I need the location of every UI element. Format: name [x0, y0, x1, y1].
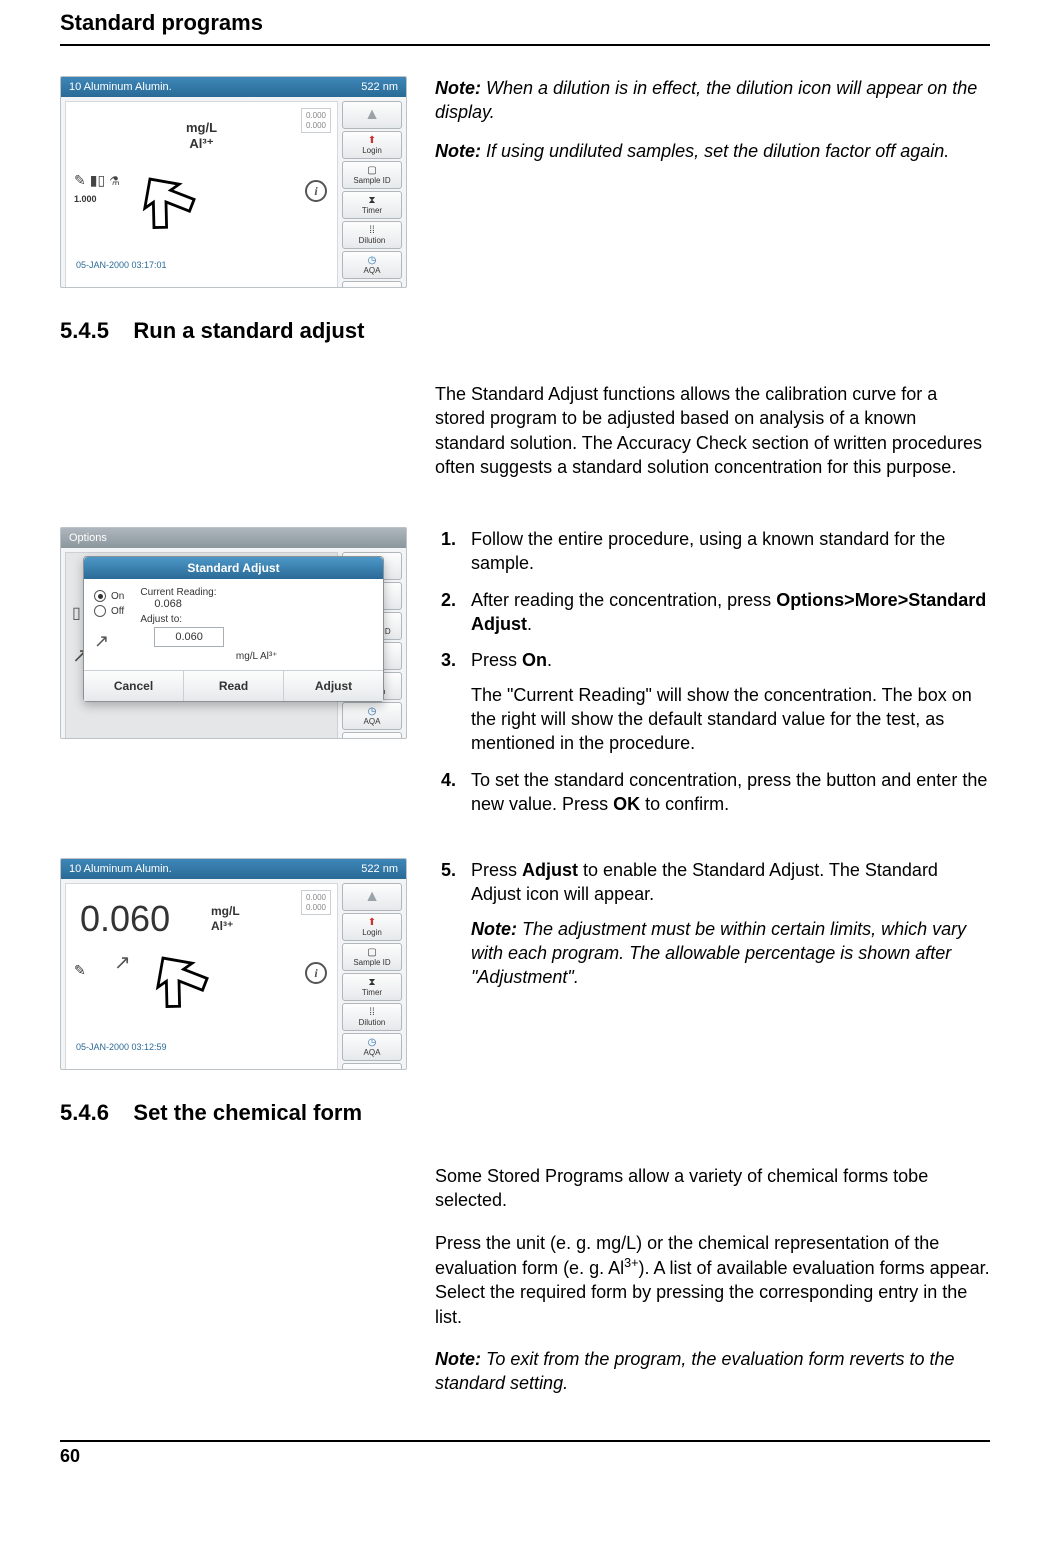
scroll-down-icon[interactable]: ▼ — [342, 732, 402, 739]
note-exit-program: Note: To exit from the program, the eval… — [435, 1347, 990, 1396]
note-undiluted: Note: If using undiluted samples, set th… — [435, 139, 990, 163]
timestamp: 05-JAN-2000 03:12:59 — [76, 1042, 167, 1052]
cursor-pointer-icon — [144, 946, 214, 1016]
dilution-flask-icon[interactable]: ⚗ — [109, 174, 120, 188]
program-title: 10 Aluminum Alumin. — [69, 863, 172, 875]
dilution-button[interactable]: ⁞⁞Dilution — [342, 1003, 402, 1031]
aqa-button[interactable]: ◷AQA — [342, 251, 402, 279]
p-546-2: Press the unit (e. g. mg/L) or the chemi… — [435, 1231, 990, 1329]
unit-formula[interactable]: Al³⁺ — [186, 136, 217, 152]
screenshot-adjusted-reading: 10 Aluminum Alumin. 522 nm 0.060 mg/L Al… — [60, 858, 407, 1070]
scroll-down-icon[interactable]: ▼ — [342, 281, 402, 288]
note-dilution-icon: Note: When a dilution is in effect, the … — [435, 76, 990, 125]
std-adjust-icon: ↗ — [114, 950, 131, 975]
dialog-cancel-button[interactable]: Cancel — [84, 671, 184, 701]
aqa-button[interactable]: ◷AQA — [342, 702, 402, 730]
vial-icon: ▯ — [72, 603, 81, 623]
mini-readings: 0.000 0.000 — [301, 108, 331, 133]
timestamp: 05-JAN-2000 03:17:01 — [76, 260, 167, 270]
sample-id-button[interactable]: ▢Sample ID — [342, 943, 402, 971]
dialog-title: Standard Adjust — [84, 557, 383, 579]
dialog-unit: mg/L Al³⁺ — [140, 651, 373, 662]
cursor-pointer-icon — [131, 167, 201, 237]
program-title: 10 Aluminum Alumin. — [69, 81, 172, 93]
step-3: Press On. The "Current Reading" will sho… — [461, 648, 990, 755]
wavelength-label: 522 nm — [361, 863, 398, 875]
radio-on[interactable]: On — [94, 590, 124, 602]
edit-icon[interactable]: ✎ — [74, 172, 86, 189]
step-5: Press Adjust to enable the Standard Adju… — [461, 858, 990, 989]
vials-icon[interactable]: ▮▯ — [90, 172, 105, 189]
timer-button[interactable]: ⧗Timer — [342, 191, 402, 219]
scroll-down-icon[interactable]: ▼ — [342, 1063, 402, 1070]
login-button[interactable]: ⬆Login — [342, 131, 402, 159]
options-tab-label: Options — [69, 532, 107, 544]
info-icon[interactable]: i — [305, 962, 327, 984]
unit-mgl[interactable]: mg/L — [186, 120, 217, 136]
disk-icon: ◕ — [70, 737, 78, 739]
section-heading-545: 5.4.5 Run a standard adjust — [60, 318, 990, 344]
running-header: Standard programs — [60, 0, 990, 46]
info-icon[interactable]: i — [305, 180, 327, 202]
scroll-up-icon[interactable]: ▲ — [342, 101, 402, 129]
step-4: To set the standard concentration, press… — [461, 768, 990, 817]
step-1: Follow the entire procedure, using a kno… — [461, 527, 990, 576]
intro-545: The Standard Adjust functions allows the… — [435, 382, 990, 479]
adjust-to-input[interactable]: 0.060 — [154, 627, 224, 647]
step-2: After reading the concentration, press O… — [461, 588, 990, 637]
current-reading-value: 0.068 — [154, 598, 373, 610]
screenshot-standard-adjust-dialog: Options ▯ ↗ ◕ ▲ ⬆Login ▢Sample ID ⧗Timer… — [60, 527, 407, 739]
timer-button[interactable]: ⧗Timer — [342, 973, 402, 1001]
wavelength-label: 522 nm — [361, 81, 398, 93]
reading-value: 0.060 — [80, 898, 170, 940]
current-reading-label: Current Reading: — [140, 587, 373, 598]
adjust-curve-icon: ↗ — [94, 631, 124, 652]
dialog-adjust-button[interactable]: Adjust — [284, 671, 383, 701]
edit-icon[interactable]: ✎ — [74, 962, 86, 979]
section-heading-546: 5.4.6 Set the chemical form — [60, 1100, 990, 1126]
screenshot-dilution: 10 Aluminum Alumin. 522 nm mg/L Al³⁺ 0.0… — [60, 76, 407, 288]
mini-readings: 0.000 0.000 — [301, 890, 331, 915]
login-button[interactable]: ⬆Login — [342, 913, 402, 941]
sample-id-button[interactable]: ▢Sample ID — [342, 161, 402, 189]
scroll-up-icon[interactable]: ▲ — [342, 883, 402, 911]
radio-off[interactable]: Off — [94, 605, 124, 617]
unit-mgl[interactable]: mg/L — [211, 904, 240, 918]
aqa-button[interactable]: ◷AQA — [342, 1033, 402, 1061]
dialog-read-button[interactable]: Read — [184, 671, 284, 701]
step-3-detail: The "Current Reading" will show the conc… — [471, 683, 990, 756]
p-546-1: Some Stored Programs allow a variety of … — [435, 1164, 990, 1213]
unit-formula[interactable]: Al³⁺ — [211, 919, 240, 933]
page-number: 60 — [60, 1440, 990, 1467]
dilution-button[interactable]: ⁞⁞Dilution — [342, 221, 402, 249]
adjust-to-label: Adjust to: — [140, 614, 373, 625]
note-adjust-limits: Note: The adjustment must be within cert… — [471, 917, 990, 990]
dilution-value: 1.000 — [74, 194, 97, 204]
standard-adjust-dialog: Standard Adjust On Off ↗ Current Reading… — [83, 556, 384, 702]
